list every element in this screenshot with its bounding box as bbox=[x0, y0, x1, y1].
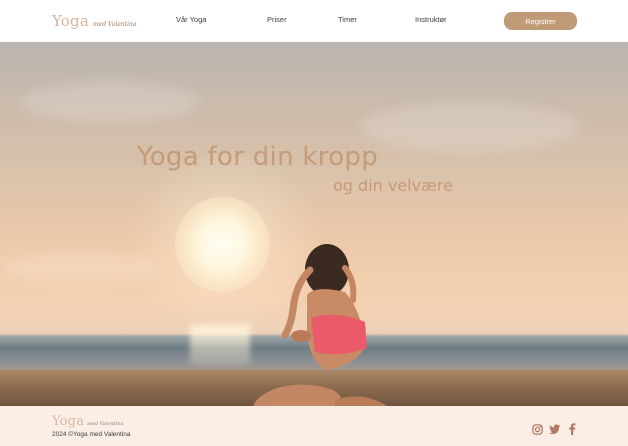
footer-logo[interactable]: Yoga med Valentina bbox=[52, 414, 123, 429]
hero-subtitle: og din velvære bbox=[333, 176, 453, 195]
footer-logo-sub-text: med Valentina bbox=[87, 421, 124, 427]
logo-sub-text: med Valentina bbox=[92, 21, 137, 28]
copyright-text: 2024 ©Yoga med Valentina bbox=[52, 431, 131, 438]
cloud bbox=[20, 82, 200, 122]
logo-main-text: Yoga bbox=[52, 12, 89, 30]
cloud bbox=[360, 102, 580, 152]
instagram-icon[interactable] bbox=[531, 423, 543, 435]
hero-banner: Yoga for din kropp og din velvære bbox=[0, 42, 628, 406]
hero-title: Yoga for din kropp bbox=[137, 142, 379, 172]
twitter-icon[interactable] bbox=[549, 423, 561, 435]
register-button[interactable]: Registrer bbox=[504, 12, 577, 30]
site-logo[interactable]: Yoga med Valentina bbox=[52, 12, 136, 30]
nav-item-var-yoga[interactable]: Vår Yoga bbox=[176, 15, 206, 24]
nav-item-instruktor[interactable]: Instruktør bbox=[415, 15, 447, 24]
footer-logo-main-text: Yoga bbox=[52, 414, 85, 429]
nav-item-priser[interactable]: Priser bbox=[267, 15, 287, 24]
page: Yoga med Valentina Vår Yoga Priser Timer… bbox=[0, 0, 628, 446]
nav-item-timer[interactable]: Timer bbox=[338, 15, 357, 24]
facebook-icon[interactable] bbox=[566, 423, 578, 435]
yoga-woman-photo bbox=[253, 244, 387, 406]
site-header: Yoga med Valentina Vår Yoga Priser Timer… bbox=[0, 0, 628, 42]
